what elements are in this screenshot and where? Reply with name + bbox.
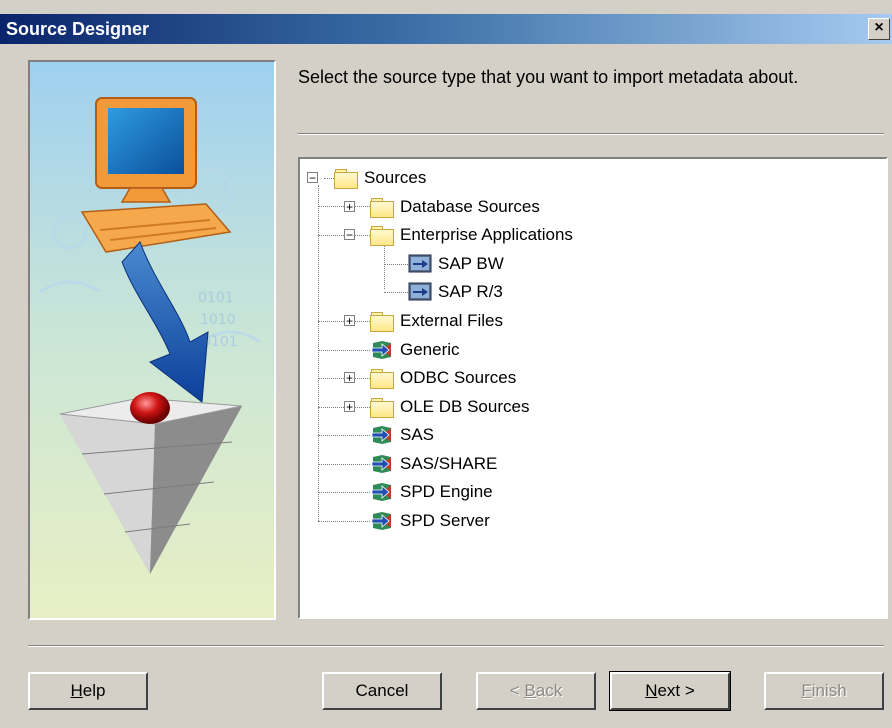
back-label: ack	[535, 681, 563, 700]
next-mnemonic: N	[645, 681, 658, 700]
tree-node-label: SAP R/3	[438, 282, 503, 301]
tree-node-database-sources[interactable]: Database Sources	[370, 194, 540, 220]
close-icon: ×	[874, 19, 884, 36]
tree-node-enterprise-applications[interactable]: Enterprise Applications	[370, 222, 573, 248]
back-mnemonic: B	[524, 681, 536, 700]
tree-node-spd-engine[interactable]: SPD Engine	[370, 479, 493, 505]
wizard-illustration: 0101 1010 0101	[28, 60, 276, 620]
svg-text:1010: 1010	[200, 312, 236, 328]
tree-node-generic[interactable]: Generic	[370, 337, 460, 363]
source-arrow-icon	[371, 341, 391, 359]
tree-node-label: SAS/SHARE	[400, 454, 498, 473]
tree-node-label: SAP BW	[438, 254, 504, 273]
expand-odbc-sources-button[interactable]: +	[344, 372, 355, 384]
source-type-tree[interactable]: − + − + + + Sources Database Sources Ent…	[298, 157, 888, 619]
folder-icon	[334, 168, 358, 189]
tree-node-label: Sources	[364, 168, 427, 187]
back-prefix: <	[509, 681, 525, 700]
tree-node-label: SAS	[400, 425, 435, 444]
help-mnemonic: H	[70, 681, 83, 700]
collapse-enterprise-applications-button[interactable]: −	[344, 229, 355, 241]
tree-node-label: Enterprise Applications	[400, 225, 573, 244]
tree-connector	[318, 521, 370, 522]
tree-node-ole-db-sources[interactable]: OLE DB Sources	[370, 394, 529, 420]
tree-node-label: ODBC Sources	[400, 368, 517, 387]
sap-source-icon	[408, 282, 432, 301]
expand-database-sources-button[interactable]: +	[344, 201, 355, 213]
folder-icon	[370, 311, 394, 332]
expand-ole-db-sources-button[interactable]: +	[344, 401, 355, 413]
title-bar: Source Designer ×	[0, 14, 892, 44]
tree-node-label: Generic	[400, 340, 460, 359]
tree-node-external-files[interactable]: External Files	[370, 308, 503, 334]
tree-node-sas-share[interactable]: SAS/SHARE	[370, 451, 497, 477]
tree-connector	[318, 464, 370, 465]
instructions-text: Select the source type that you want to …	[298, 67, 799, 87]
top-separator	[298, 133, 884, 135]
source-arrow-icon	[371, 512, 391, 530]
tree-connector	[384, 264, 408, 265]
finish-mnemonic: F	[801, 681, 812, 700]
finish-label: inish	[811, 681, 847, 700]
tree-node-sap-r3[interactable]: SAP R/3	[408, 279, 503, 305]
expand-external-files-button[interactable]: +	[344, 315, 355, 327]
source-designer-dialog: Source Designer × 0101 1010 0101 Select …	[0, 0, 892, 728]
source-arrow-icon	[371, 455, 391, 473]
svg-text:0101: 0101	[198, 290, 234, 306]
help-button[interactable]: Help	[28, 672, 148, 710]
tree-node-sas[interactable]: SAS	[370, 422, 434, 448]
cancel-button[interactable]: Cancel	[322, 672, 442, 710]
window-title: Source Designer	[6, 19, 150, 39]
back-button[interactable]: < Back	[476, 672, 596, 710]
tree-node-label: SPD Server	[400, 511, 490, 530]
source-arrow-icon	[371, 483, 391, 501]
tree-connector	[384, 292, 408, 293]
folder-icon	[370, 225, 394, 246]
tree-node-spd-server[interactable]: SPD Server	[370, 508, 490, 534]
folder-icon	[370, 197, 394, 218]
next-label: ext >	[657, 681, 695, 700]
tree-node-label: External Files	[400, 311, 503, 330]
collapse-sources-button[interactable]: −	[307, 172, 318, 184]
tree-node-label: OLE DB Sources	[400, 397, 530, 416]
folder-icon	[370, 397, 394, 418]
finish-button[interactable]: Finish	[764, 672, 884, 710]
help-label: elp	[82, 681, 106, 700]
source-arrow-icon	[371, 426, 391, 444]
tree-connector	[318, 350, 370, 351]
tree-node-odbc-sources[interactable]: ODBC Sources	[370, 365, 516, 391]
close-button[interactable]: ×	[868, 18, 890, 40]
computer-to-funnel-illustration: 0101 1010 0101	[30, 62, 274, 618]
bottom-separator	[28, 645, 884, 647]
tree-node-sap-bw[interactable]: SAP BW	[408, 251, 504, 277]
folder-icon	[370, 368, 394, 389]
tree-node-label: Database Sources	[400, 197, 540, 216]
sap-source-icon	[408, 254, 432, 273]
tree-connector	[318, 492, 370, 493]
next-button[interactable]: Next >	[609, 671, 731, 711]
tree-node-sources[interactable]: Sources	[334, 165, 426, 191]
tree-connector	[318, 435, 370, 436]
tree-node-label: SPD Engine	[400, 482, 493, 501]
